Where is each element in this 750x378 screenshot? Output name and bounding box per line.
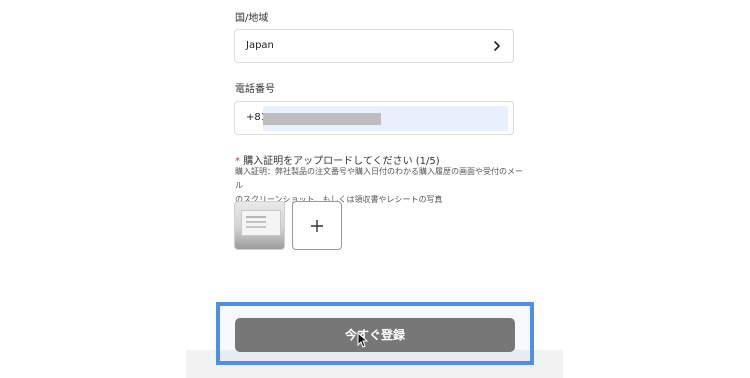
- phone-label: 電話番号: [235, 84, 275, 95]
- mouse-cursor-icon: [357, 332, 369, 348]
- phone-number-input[interactable]: [263, 106, 508, 131]
- uploaded-image-thumbnail[interactable]: [234, 201, 285, 250]
- upload-hint-line-1: 購入証明：弊社製品の注文番号や購入日付のわかる購入履歴の画面や受付のメール: [235, 167, 523, 190]
- add-image-button[interactable]: [292, 201, 342, 250]
- register-now-button[interactable]: 今すぐ登録: [235, 318, 515, 352]
- country-select[interactable]: Japan: [234, 29, 514, 63]
- chevron-right-icon: [494, 41, 500, 51]
- country-label: 国/地域: [235, 13, 269, 24]
- thumbnail-document: [241, 210, 281, 236]
- redacted-phone-number: [263, 113, 381, 125]
- country-value: Japan: [246, 40, 274, 51]
- plus-icon: [311, 219, 323, 232]
- phone-field[interactable]: +81: [234, 101, 514, 135]
